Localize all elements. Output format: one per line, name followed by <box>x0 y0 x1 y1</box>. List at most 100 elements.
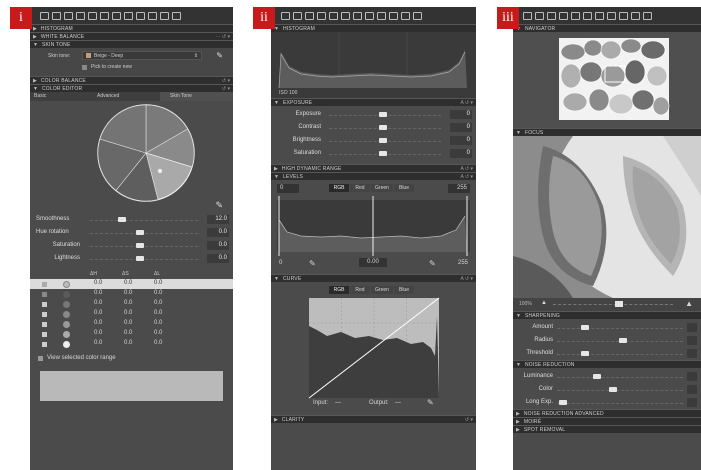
slider-knob[interactable] <box>379 125 387 130</box>
slider-knob[interactable] <box>379 151 387 156</box>
focus-loupe[interactable] <box>513 136 701 298</box>
section-header-moire[interactable]: ▶ MOIRÉ <box>513 417 701 425</box>
slider-value[interactable]: 0.0 <box>207 254 229 263</box>
section-header-clarity[interactable]: ▶ CLARITY ↺ ▾ <box>271 415 476 423</box>
metadata-icon[interactable] <box>619 11 628 20</box>
slider-knob[interactable] <box>581 351 589 356</box>
tab-advanced[interactable]: Advanced <box>97 92 160 101</box>
table-row[interactable]: 0.0 0.0 0.0 <box>30 329 233 339</box>
levels-output-low[interactable]: 0 <box>279 260 282 266</box>
camera-icon[interactable] <box>293 11 302 20</box>
slider-radius[interactable]: Radius <box>513 334 701 347</box>
tab-rgb[interactable]: RGB <box>329 184 349 192</box>
zoom-in-icon[interactable]: ▲ <box>685 299 693 308</box>
slider-track[interactable] <box>557 354 683 355</box>
settings-icon[interactable] <box>643 11 652 20</box>
output-icon[interactable] <box>389 11 398 20</box>
table-row[interactable]: 0.0 0.0 0.0 <box>30 279 233 289</box>
view-range-checkbox[interactable] <box>38 356 43 361</box>
slider-value[interactable] <box>687 323 697 332</box>
tab-basic[interactable]: Basic <box>30 92 97 101</box>
adjust-icon[interactable] <box>607 11 616 20</box>
eyedropper-icon[interactable]: ✎ <box>427 398 434 407</box>
output-icon[interactable] <box>148 11 157 20</box>
zoom-knob[interactable] <box>615 301 623 307</box>
tab-red[interactable]: Red <box>350 286 370 294</box>
exposure-icon[interactable] <box>329 11 338 20</box>
color-icon[interactable] <box>76 11 85 20</box>
levels-input-low[interactable]: 0 <box>277 184 299 193</box>
cell-ds[interactable]: 0.0 <box>124 300 132 306</box>
settings-icon[interactable] <box>401 11 410 20</box>
camera-icon[interactable] <box>535 11 544 20</box>
folder-icon[interactable] <box>523 11 532 20</box>
row-checkbox[interactable] <box>42 302 47 307</box>
slider-knob[interactable] <box>619 338 627 343</box>
slider-value[interactable]: 0 <box>450 123 472 132</box>
cell-ds[interactable]: 0.0 <box>124 290 132 296</box>
cell-ds[interactable]: 0.0 <box>124 310 132 316</box>
row-checkbox[interactable] <box>42 312 47 317</box>
eyedropper-icon[interactable]: ✎ <box>309 259 316 268</box>
section-header-color-editor[interactable]: ▼ COLOR EDITOR ↺ ▾ <box>30 84 233 92</box>
slider-exposure[interactable]: Exposure 0 <box>271 108 476 121</box>
section-header-color-balance[interactable]: ▶ COLOR BALANCE ↺ ▾ <box>30 76 233 84</box>
section-header-hdr[interactable]: ▶ HIGH DYNAMIC RANGE A ↺ ▾ <box>271 164 476 172</box>
batch-icon[interactable] <box>172 11 181 20</box>
cell-dh[interactable]: 0.0 <box>94 290 102 296</box>
output-icon[interactable] <box>631 11 640 20</box>
adjust-icon[interactable] <box>124 11 133 20</box>
cell-ds[interactable]: 0.0 <box>124 330 132 336</box>
cell-dl[interactable]: 0.0 <box>154 330 162 336</box>
cell-dh[interactable]: 0.0 <box>94 310 102 316</box>
table-row[interactable]: 0.0 0.0 0.0 <box>30 339 233 349</box>
slider-value[interactable] <box>687 372 697 381</box>
slider-lightness[interactable]: Lightness 0.0 <box>30 252 233 265</box>
eyedropper-icon[interactable]: ✎ <box>429 259 436 268</box>
levels-histogram[interactable] <box>271 196 476 258</box>
metadata-icon[interactable] <box>377 11 386 20</box>
slider-value[interactable] <box>687 349 697 358</box>
slider-value[interactable]: 0 <box>450 136 472 145</box>
section-header-white-balance[interactable]: ▶ WHITE BALANCE ⋯ ↺ ▾ <box>30 32 233 40</box>
slider-contrast[interactable]: Contrast 0 <box>271 121 476 134</box>
levels-input-high[interactable]: 255 <box>448 184 470 193</box>
levels-output-high[interactable]: 255 <box>458 260 468 266</box>
tab-blue[interactable]: Blue <box>394 184 414 192</box>
zoom-out-icon[interactable]: ▲ <box>541 300 547 306</box>
section-header-histogram[interactable]: ▼ HISTOGRAM <box>271 24 476 32</box>
section-header-spot-removal[interactable]: ▶ SPOT REMOVAL <box>513 425 701 433</box>
cell-ds[interactable]: 0.0 <box>124 320 132 326</box>
levels-midtone-field[interactable]: 0.00 <box>359 258 387 267</box>
exposure-icon[interactable] <box>88 11 97 20</box>
adjust-icon[interactable] <box>365 11 374 20</box>
slider-track[interactable] <box>90 220 198 221</box>
cell-ds[interactable]: 0.0 <box>124 340 132 346</box>
slider-knob[interactable] <box>136 243 144 248</box>
section-header-noise-reduction[interactable]: ▼ NOISE REDUCTION <box>513 360 701 368</box>
slider-track[interactable] <box>557 390 683 391</box>
slider-track[interactable] <box>90 246 198 247</box>
section-controls-icon[interactable]: ↺ ▾ <box>465 416 473 424</box>
cell-dh[interactable]: 0.0 <box>94 330 102 336</box>
expand-arrow-icon[interactable]: ▼ <box>516 312 521 320</box>
settings-icon[interactable] <box>160 11 169 20</box>
crop-icon[interactable] <box>112 11 121 20</box>
wheel-marker[interactable] <box>157 168 163 174</box>
slider-value[interactable]: 0.0 <box>207 241 229 250</box>
tab-rgb[interactable]: RGB <box>329 286 349 294</box>
tab-skin-tone[interactable]: Skin Tone <box>160 92 233 101</box>
expand-arrow-icon[interactable]: ▼ <box>33 85 38 93</box>
section-controls-icon[interactable]: A ↺ ▾ <box>460 99 473 107</box>
tab-blue[interactable]: Blue <box>394 286 414 294</box>
slider-knob[interactable] <box>136 230 144 235</box>
cell-dl[interactable]: 0.0 <box>154 320 162 326</box>
cell-dh[interactable]: 0.0 <box>94 320 102 326</box>
navigator-thumbnail[interactable] <box>513 32 701 128</box>
eyedropper-icon[interactable]: ✎ <box>216 51 223 60</box>
cell-dh[interactable]: 0.0 <box>94 280 102 286</box>
tab-red[interactable]: Red <box>350 184 370 192</box>
cell-dh[interactable]: 0.0 <box>94 340 102 346</box>
slider-track[interactable] <box>90 259 198 260</box>
exposure-icon[interactable] <box>571 11 580 20</box>
